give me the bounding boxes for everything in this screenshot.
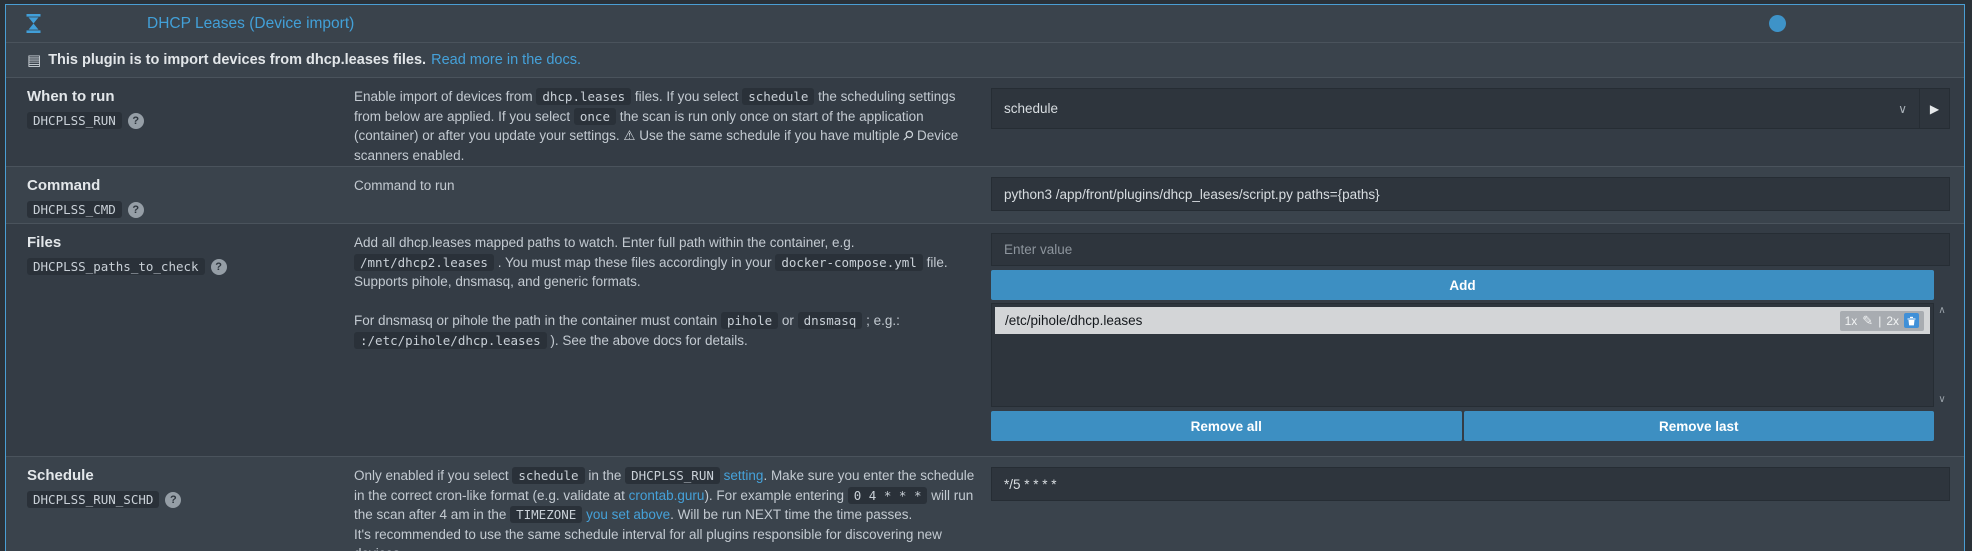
chevron-down-icon: ∨ [1898, 102, 1907, 116]
remove-all-button[interactable]: Remove all [991, 411, 1462, 441]
info-text: This plugin is to import devices from dh… [48, 52, 426, 68]
command-input[interactable] [991, 177, 1950, 211]
double-click-hint: 2x [1886, 314, 1899, 328]
inline-code: dnsmasq [798, 312, 863, 329]
setting-label-column: When to run DHCPLSS_RUN ? [6, 78, 354, 166]
plugin-settings-panel: DHCP Leases (Device import) ▤ This plugi… [5, 4, 1965, 551]
inline-code: schedule [742, 88, 814, 105]
docs-link[interactable]: Read more in the docs. [431, 52, 581, 68]
setting-control-column [991, 167, 1964, 223]
edit-icon[interactable]: ✎ [1862, 313, 1873, 329]
hint-divider: | [1878, 314, 1881, 328]
inline-code: TIMEZONE [510, 506, 582, 523]
inline-code: dhcp.leases [536, 88, 631, 105]
setting-name: Command [27, 177, 344, 194]
help-icon[interactable]: ? [128, 202, 144, 218]
when-to-run-select[interactable]: schedule ∨ [991, 88, 1920, 129]
setting-name: Schedule [27, 467, 344, 484]
inline-code: once [574, 108, 616, 125]
setting-row-when-to-run: When to run DHCPLSS_RUN ? Enable import … [6, 77, 1964, 166]
status-dot[interactable] [1769, 15, 1786, 32]
setting-description: Enable import of devices from dhcp.lease… [354, 78, 991, 166]
inline-code: /mnt/dhcp2.leases [354, 254, 494, 271]
inline-link[interactable]: you set above [586, 507, 670, 522]
panel-header: DHCP Leases (Device import) [6, 5, 1964, 42]
setting-row-schedule: Schedule DHCPLSS_RUN_SCHD ? Only enabled… [6, 456, 1964, 551]
setting-label-column: Files DHCPLSS_paths_to_check ? [6, 224, 354, 456]
inline-link[interactable]: crontab.guru [629, 488, 705, 503]
book-icon: ▤ [27, 51, 41, 69]
inline-code: :/etc/pihole/dhcp.leases [354, 332, 547, 349]
item-action-hints: 1x ✎ | 2x [1840, 311, 1924, 331]
info-bar: ▤ This plugin is to import devices from … [6, 42, 1964, 77]
help-icon[interactable]: ? [165, 492, 181, 508]
scroll-down-icon[interactable]: ∨ [1938, 394, 1945, 405]
remove-last-button[interactable]: Remove last [1464, 411, 1935, 441]
setting-control-column: schedule ∨ ▶ [991, 78, 1964, 166]
warning-icon: ⚠ [623, 128, 635, 143]
setting-name: Files [27, 234, 344, 251]
setting-control-column: Add /etc/pihole/dhcp.leases 1x ✎ | 2x [991, 224, 1964, 456]
hourglass-icon [26, 14, 41, 33]
help-icon[interactable]: ? [211, 259, 227, 275]
file-path-list: /etc/pihole/dhcp.leases 1x ✎ | 2x [991, 303, 1934, 407]
setting-description: Add all dhcp.leases mapped paths to watc… [354, 224, 991, 456]
add-button[interactable]: Add [991, 270, 1934, 300]
play-icon: ▶ [1930, 102, 1939, 116]
panel-title: DHCP Leases (Device import) [147, 15, 354, 33]
search-icon: ⚲ [898, 125, 919, 146]
trash-icon[interactable] [1904, 313, 1919, 328]
selected-value: schedule [1004, 101, 1058, 116]
list-item[interactable]: /etc/pihole/dhcp.leases 1x ✎ | 2x [995, 307, 1930, 334]
setting-name: When to run [27, 88, 344, 105]
list-scrollbar[interactable]: ∧ ∨ [1934, 303, 1950, 407]
inline-code: docker-compose.yml [775, 254, 922, 271]
setting-description: Command to run [354, 167, 991, 223]
setting-code-badge: DHCPLSS_CMD [27, 201, 122, 218]
setting-description: Only enabled if you select schedule in t… [354, 457, 991, 551]
list-item-value: /etc/pihole/dhcp.leases [1005, 313, 1142, 328]
inline-code: DHCPLSS_RUN [625, 467, 720, 484]
inline-link[interactable]: setting [724, 468, 764, 483]
inline-code: pihole [721, 312, 778, 329]
inline-code: 0 4 * * * [848, 487, 928, 504]
setting-code-badge: DHCPLSS_RUN_SCHD [27, 491, 159, 508]
setting-row-command: Command DHCPLSS_CMD ? Command to run [6, 166, 1964, 223]
inline-code: schedule [512, 467, 584, 484]
scroll-up-icon[interactable]: ∧ [1938, 305, 1945, 316]
setting-row-files: Files DHCPLSS_paths_to_check ? Add all d… [6, 223, 1964, 456]
setting-code-badge: DHCPLSS_RUN [27, 112, 122, 129]
new-file-path-input[interactable] [991, 233, 1950, 266]
setting-control-column [991, 457, 1964, 551]
schedule-input[interactable] [991, 467, 1950, 501]
help-icon[interactable]: ? [128, 113, 144, 129]
setting-label-column: Command DHCPLSS_CMD ? [6, 167, 354, 223]
setting-label-column: Schedule DHCPLSS_RUN_SCHD ? [6, 457, 354, 551]
setting-code-badge: DHCPLSS_paths_to_check [27, 258, 205, 275]
run-now-button[interactable]: ▶ [1920, 88, 1950, 129]
single-click-hint: 1x [1845, 314, 1858, 328]
